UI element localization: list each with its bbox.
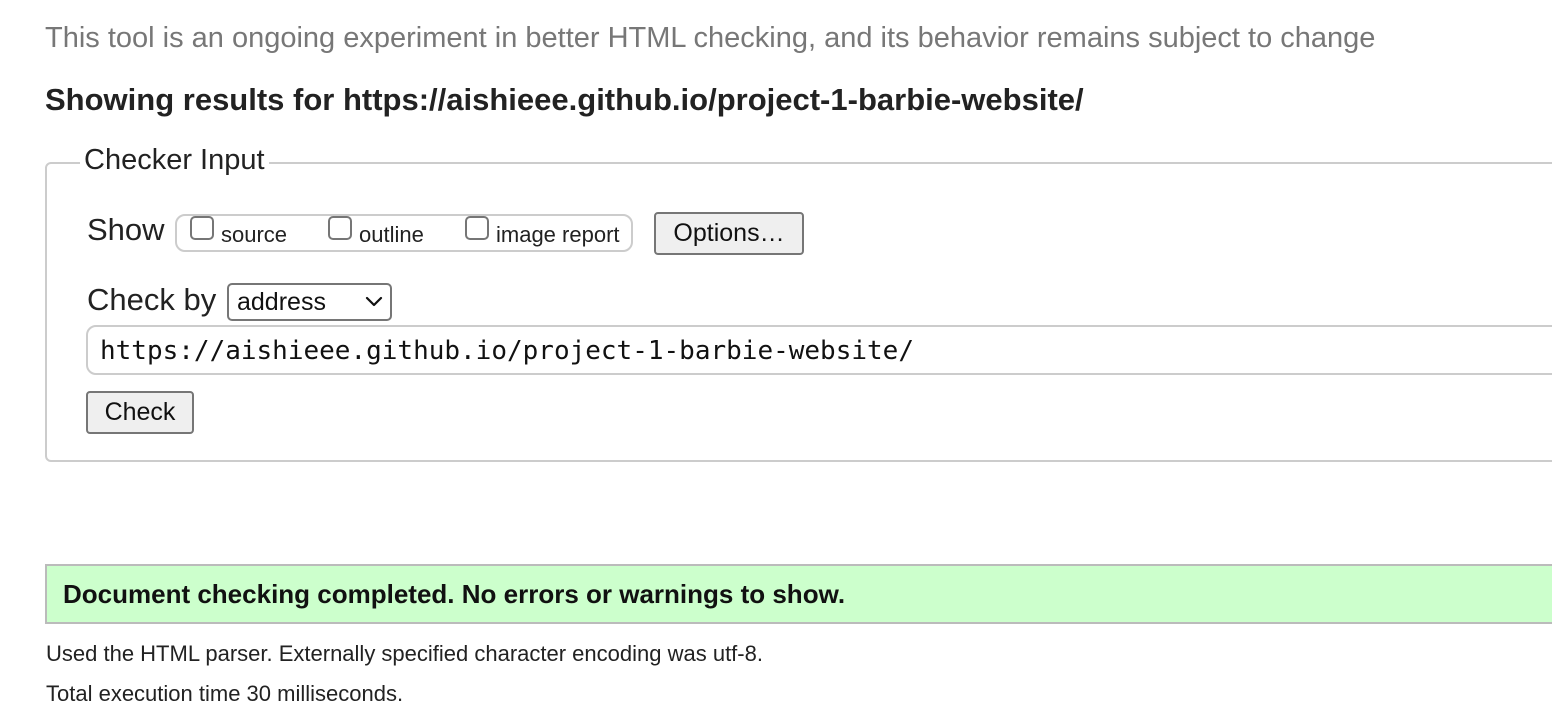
show-label: Show bbox=[87, 212, 165, 247]
check-by-selected-value: address bbox=[237, 288, 326, 316]
page: This tool is an ongoing experiment in be… bbox=[0, 0, 1552, 714]
url-input-value: https://aishieee.github.io/project-1-bar… bbox=[100, 336, 914, 366]
check-button[interactable]: Check bbox=[86, 391, 194, 434]
options-button[interactable]: Options… bbox=[654, 212, 804, 255]
source-checkbox[interactable] bbox=[190, 216, 214, 240]
execution-time-text: Total execution time 30 milliseconds. bbox=[46, 681, 404, 706]
image-report-checkbox-label[interactable]: image report bbox=[496, 222, 620, 248]
results-heading: Showing results for https://aishieee.git… bbox=[45, 82, 1084, 117]
outline-checkbox-label[interactable]: outline bbox=[359, 222, 424, 248]
success-message: Document checking completed. No errors o… bbox=[63, 579, 846, 609]
outline-checkbox[interactable] bbox=[328, 216, 352, 240]
source-checkbox-label[interactable]: source bbox=[221, 222, 287, 248]
checker-input-legend: Checker Input bbox=[80, 144, 269, 177]
success-message-box: Document checking completed. No errors o… bbox=[45, 564, 1552, 624]
url-input[interactable]: https://aishieee.github.io/project-1-bar… bbox=[86, 325, 1552, 375]
check-by-label: Check by bbox=[87, 282, 217, 317]
parser-info-text: Used the HTML parser. Externally specifi… bbox=[46, 641, 763, 666]
check-by-select[interactable]: address bbox=[227, 283, 392, 321]
image-report-checkbox[interactable] bbox=[465, 216, 489, 240]
chevron-down-icon bbox=[364, 291, 384, 316]
page-subtitle: This tool is an ongoing experiment in be… bbox=[45, 22, 1376, 54]
